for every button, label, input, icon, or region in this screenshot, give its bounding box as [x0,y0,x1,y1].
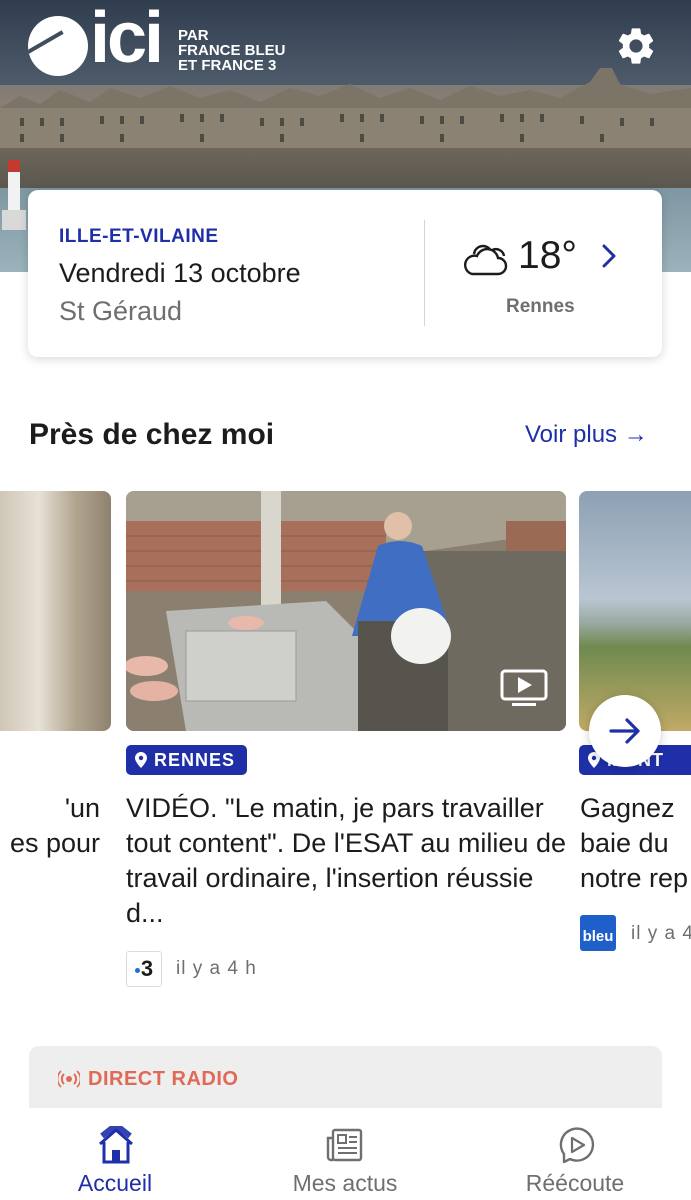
cloud-icon [463,244,508,276]
live-broadcast-icon [58,1070,80,1088]
weather-card[interactable]: ILLE-ET-VILAINE Vendredi 13 octobre St G… [28,190,662,357]
source-logo-text: 3 [140,956,154,981]
temperature-value: 18° [518,234,577,277]
newspaper-icon [326,1128,363,1162]
france3-source-logo: 3 [126,951,162,987]
replay-icon [559,1127,595,1164]
nav-label: Réécoute [525,1170,625,1196]
nav-item-reecoute[interactable]: Réécoute [460,1108,690,1200]
logo-tagline: PAR FRANCE BLEU ET FRANCE 3 [178,28,286,73]
nav-label: Mes actus [292,1170,398,1196]
ici-logo[interactable]: ici PAR FRANCE BLEU ET FRANCE 3 [28,2,308,78]
nav-item-accueil[interactable]: Accueil [0,1108,230,1200]
article-headline[interactable]: 'un es pour [0,791,100,861]
weather-city: Rennes [506,296,575,317]
article-thumbnail [0,491,111,731]
chevron-right-icon[interactable] [599,242,619,270]
france-bleu-source-logo: bleu [580,915,616,951]
lighthouse-illustration [2,160,26,230]
card-divider [424,220,425,326]
video-play-icon [500,669,548,706]
saint-of-day: St Géraud [59,296,183,326]
article-time: il y a 4 [631,923,691,944]
logo-tagline-line: ET FRANCE 3 [178,57,277,74]
see-more-link[interactable]: Voir plus → [525,421,648,449]
location-tag-label: RENNES [154,750,236,770]
gear-icon[interactable] [614,24,658,68]
nav-item-mes-actus[interactable]: Mes actus [230,1108,460,1200]
date-label: Vendredi 13 octobre [59,258,301,288]
city-skyline-illustration [0,68,691,158]
region-label: ILLE-ET-VILAINE [59,226,219,247]
direct-radio-label: DIRECT RADIO [88,1068,239,1090]
bottom-navigation: Accueil Mes actus Réécoute [0,1108,691,1200]
logo-circle-mark [28,16,88,76]
rampart-wall [0,148,691,190]
location-tag: RENNES [126,745,247,775]
location-pin-icon [135,752,147,768]
logo-tagline-line: FRANCE BLEU [178,42,286,59]
article-headline[interactable]: Gagnez baie du notre rep [580,791,691,896]
nav-label: Accueil [77,1170,153,1196]
logo-tagline-line: PAR [178,27,209,44]
article-thumbnail [126,491,566,731]
logo-wordmark: ici [90,0,164,78]
article-headline[interactable]: VIDÉO. "Le matin, je pars travailler tou… [126,791,566,931]
house-icon [99,1126,133,1164]
article-time: il y a 4 h [176,958,257,979]
section-title: Près de chez moi [29,418,275,451]
article-thumbnail [579,491,691,731]
carousel-next-button[interactable] [589,695,661,767]
arrow-right-icon [609,718,640,744]
